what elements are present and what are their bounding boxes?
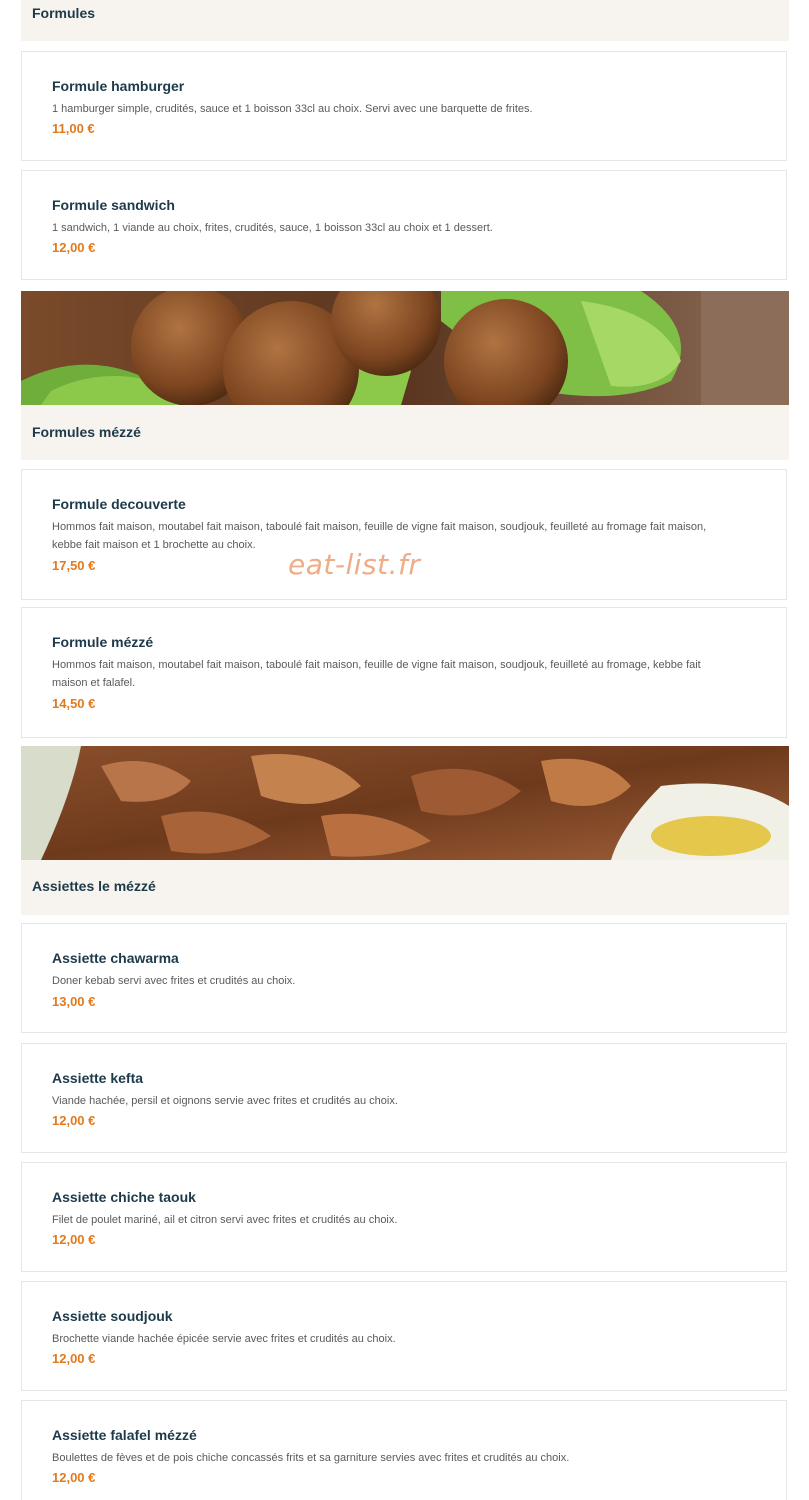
menu-item-card[interactable]: Assiette soudjouk Brochette viande haché… — [21, 1281, 787, 1391]
menu-item-description: Hommos fait maison, moutabel fait maison… — [52, 659, 701, 689]
menu-item-price: 17,50 € — [52, 558, 96, 573]
menu-item-name: Assiette kefta — [52, 1070, 144, 1086]
section-header-formules: Formules — [21, 0, 789, 41]
menu-item-price: 14,50 € — [52, 696, 96, 711]
menu-item-description: Brochette viande hachée épicée servie av… — [52, 1333, 396, 1345]
menu-item-card[interactable]: Assiette chawarma Doner kebab servi avec… — [21, 923, 787, 1033]
menu-item-name: Formule mézzé — [52, 634, 154, 650]
menu-item-description: Filet de poulet mariné, ail et citron se… — [52, 1214, 398, 1226]
menu-item-price: 13,00 € — [52, 994, 96, 1009]
chawarma-banner-image — [21, 746, 789, 860]
menu-item-name: Formule hamburger — [52, 78, 185, 94]
menu-item-price: 12,00 € — [52, 1113, 96, 1128]
menu-item-name: Assiette falafel mézzé — [52, 1427, 197, 1443]
menu-item-price: 12,00 € — [52, 1351, 96, 1366]
menu-item-card[interactable]: Assiette chiche taouk Filet de poulet ma… — [21, 1162, 787, 1272]
menu-item-name: Formule sandwich — [52, 197, 175, 213]
menu-item-description: Doner kebab servi avec frites et crudité… — [52, 975, 296, 987]
menu-item-price: 12,00 € — [52, 1232, 96, 1247]
menu-item-name: Assiette soudjouk — [52, 1308, 173, 1324]
watermark: eat-list.fr — [288, 548, 421, 581]
falafel-banner-image — [21, 291, 789, 405]
menu-item-description: 1 sandwich, 1 viande au choix, frites, c… — [52, 222, 493, 234]
section-header-assiettes: Assiettes le mézzé — [21, 860, 789, 915]
menu-item-description: Viande hachée, persil et oignons servie … — [52, 1095, 398, 1107]
menu-item-name: Assiette chiche taouk — [52, 1189, 196, 1205]
section-title: Assiettes le mézzé — [32, 878, 156, 894]
menu-item-name: Formule decouverte — [52, 496, 186, 512]
section-title: Formules — [32, 5, 96, 21]
menu-item-price: 12,00 € — [52, 1470, 96, 1485]
menu-item-card[interactable]: Assiette falafel mézzé Boulettes de fève… — [21, 1400, 787, 1500]
section-title: Formules mézzé — [32, 424, 141, 440]
menu-item-card[interactable]: Formule sandwich 1 sandwich, 1 viande au… — [21, 170, 787, 280]
menu-item-card[interactable]: Formule hamburger 1 hamburger simple, cr… — [21, 51, 787, 161]
menu-item-price: 12,00 € — [52, 240, 96, 255]
section-header-formules-mezze: Formules mézzé — [21, 405, 789, 460]
menu-item-description: 1 hamburger simple, crudités, sauce et 1… — [52, 103, 533, 115]
menu-item-card[interactable]: Assiette kefta Viande hachée, persil et … — [21, 1043, 787, 1153]
menu-item-description: Boulettes de fèves et de pois chiche con… — [52, 1452, 570, 1464]
menu-item-price: 11,00 € — [52, 121, 95, 136]
menu-item-card[interactable]: Formule mézzé Hommos fait maison, moutab… — [21, 607, 787, 738]
menu-item-name: Assiette chawarma — [52, 950, 179, 966]
